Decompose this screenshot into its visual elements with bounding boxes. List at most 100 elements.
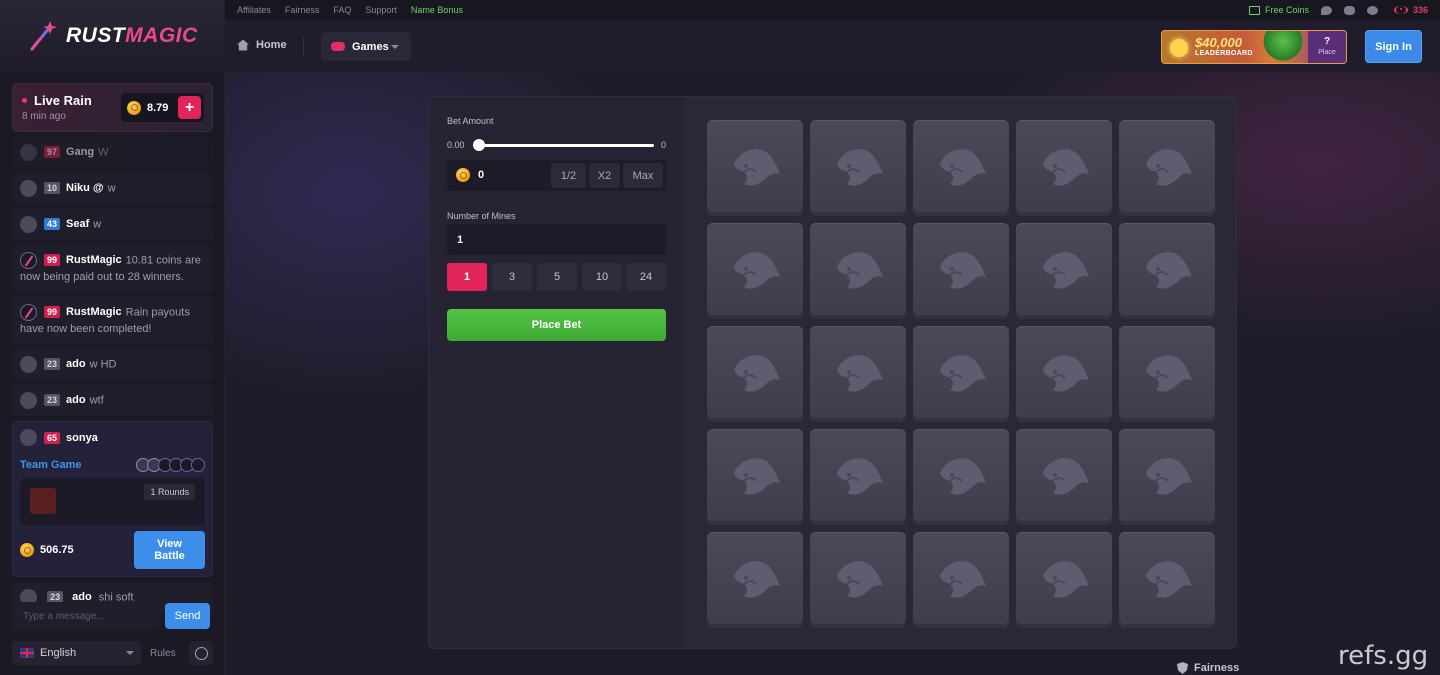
mine-tile[interactable] — [1119, 326, 1215, 422]
slider-thumb[interactable] — [473, 139, 485, 151]
mine-tile[interactable] — [810, 223, 906, 319]
mine-tile[interactable] — [1119, 532, 1215, 628]
mine-option-10[interactable]: 10 — [582, 263, 622, 291]
link-faq[interactable]: FAQ — [333, 5, 351, 15]
mine-tile[interactable] — [707, 326, 803, 422]
mine-tile[interactable] — [913, 223, 1009, 319]
half-bet-button[interactable]: 1/2 — [551, 163, 586, 188]
mine-tile[interactable] — [1016, 120, 1112, 216]
mine-option-1[interactable]: 1 — [447, 263, 487, 291]
site-logo[interactable]: RUSTMAGIC — [0, 0, 224, 72]
top-links-bar: Affiliates Fairness FAQ Support Name Bon… — [225, 0, 1440, 20]
mine-tile[interactable] — [1119, 223, 1215, 319]
place-bet-button[interactable]: Place Bet — [447, 309, 666, 341]
link-fairness[interactable]: Fairness — [285, 5, 320, 15]
leaderboard-banner[interactable]: $40,000 LEADERBOARD ? Place — [1161, 30, 1347, 64]
mine-tile[interactable] — [810, 429, 906, 525]
mine-tile[interactable] — [913, 532, 1009, 628]
link-support[interactable]: Support — [365, 5, 397, 15]
avatar[interactable] — [20, 144, 37, 161]
mine-tile[interactable] — [913, 326, 1009, 422]
link-affiliates[interactable]: Affiliates — [237, 5, 271, 15]
nav-home[interactable]: Home — [237, 39, 287, 51]
double-bet-button[interactable]: X2 — [589, 163, 620, 188]
wizard-hat-icon — [1146, 252, 1192, 289]
mine-tile[interactable] — [913, 429, 1009, 525]
level-badge: 97 — [44, 146, 61, 159]
chat-username[interactable]: Seaf — [66, 218, 89, 230]
mine-tile[interactable] — [1016, 429, 1112, 525]
avatar[interactable] — [20, 216, 37, 233]
bet-amount-input[interactable]: 0 1/2 X2 Max — [447, 160, 666, 191]
mine-option-3[interactable]: 3 — [492, 263, 532, 291]
coin-icon — [127, 100, 141, 115]
coin-icon — [456, 168, 470, 182]
chat-username[interactable]: RustMagic — [66, 306, 122, 318]
rain-amount: 8.79 + — [121, 93, 204, 122]
max-bet-button[interactable]: Max — [623, 163, 663, 188]
bet-slider[interactable]: 0.00 0 — [447, 139, 666, 153]
avatar[interactable] — [20, 356, 37, 373]
add-rain-button[interactable]: + — [178, 96, 201, 119]
chat-messages: 97 Gang W 10 Niku @ w 43 Seaf w 99 RustMagic 10.81 … — [12, 137, 213, 618]
mine-tile[interactable] — [810, 326, 906, 422]
avatar[interactable] — [20, 304, 37, 321]
mines-count-input[interactable]: 1 — [447, 224, 666, 255]
chat-message-input[interactable] — [12, 602, 160, 630]
mine-tile[interactable] — [707, 532, 803, 628]
steam-icon[interactable] — [1366, 5, 1378, 15]
chat-text: w — [107, 182, 116, 195]
wizard-hat-icon — [940, 458, 986, 495]
chat-username[interactable]: sonya — [66, 432, 98, 444]
avatar[interactable] — [20, 429, 37, 446]
chat-username[interactable]: Gang — [66, 146, 94, 158]
avatar[interactable] — [20, 180, 37, 197]
mine-tile[interactable] — [810, 532, 906, 628]
free-coins-link[interactable]: Free Coins — [1248, 5, 1309, 15]
wizard-hat-icon — [734, 149, 780, 186]
chat-username[interactable]: ado — [66, 394, 86, 406]
chat-text: w — [93, 218, 102, 231]
emoji-button[interactable] — [189, 641, 213, 665]
language-select[interactable]: English — [12, 641, 141, 665]
level-badge: 99 — [44, 306, 61, 319]
level-badge: 10 — [44, 182, 61, 195]
mine-tile[interactable] — [1016, 532, 1112, 628]
rules-link[interactable]: Rules — [150, 648, 176, 659]
mines-game-panel: Bet Amount 0.00 0 0 1/2 X2 Max Number of… — [428, 96, 1237, 649]
wizard-hat-icon — [940, 561, 986, 598]
mine-option-5[interactable]: 5 — [537, 263, 577, 291]
link-name-bonus[interactable]: Name Bonus — [411, 5, 463, 15]
mine-tile[interactable] — [707, 223, 803, 319]
mine-tile[interactable] — [1119, 120, 1215, 216]
mine-tile[interactable] — [913, 120, 1009, 216]
sign-in-button[interactable]: Sign In — [1365, 30, 1422, 63]
live-dot-icon — [22, 98, 27, 103]
chat-username[interactable]: ado — [66, 358, 86, 370]
mine-tile[interactable] — [1016, 223, 1112, 319]
watermark: refs.gg — [1338, 641, 1429, 671]
view-battle-button[interactable]: View Battle — [134, 531, 205, 569]
mine-tile[interactable] — [810, 120, 906, 216]
mine-tile[interactable] — [707, 120, 803, 216]
avatar[interactable] — [20, 252, 37, 269]
mine-tile[interactable] — [707, 429, 803, 525]
mine-tile[interactable] — [1119, 429, 1215, 525]
send-button[interactable]: Send — [165, 603, 210, 629]
rounds-badge: 1 Rounds — [144, 484, 195, 500]
top-right-area: Free Coins 336 — [1248, 0, 1428, 20]
leaderboard-place: ? Place — [1308, 31, 1346, 63]
wizard-hat-icon — [734, 252, 780, 289]
main-navbar: Home Games $40,000 LEADERBOARD ? Place S… — [225, 20, 1440, 72]
chat-username[interactable]: Niku @ — [66, 182, 104, 194]
twitter-icon[interactable] — [1320, 5, 1332, 15]
chat-username[interactable]: RustMagic — [66, 254, 122, 266]
mine-option-24[interactable]: 24 — [626, 263, 666, 291]
nav-games-dropdown[interactable]: Games — [321, 32, 411, 61]
wizard-hat-icon — [1146, 355, 1192, 392]
slider-track[interactable] — [479, 144, 654, 147]
fairness-link[interactable]: Fairness — [1177, 662, 1239, 674]
discord-icon[interactable] — [1343, 5, 1355, 15]
mine-tile[interactable] — [1016, 326, 1112, 422]
avatar[interactable] — [20, 392, 37, 409]
